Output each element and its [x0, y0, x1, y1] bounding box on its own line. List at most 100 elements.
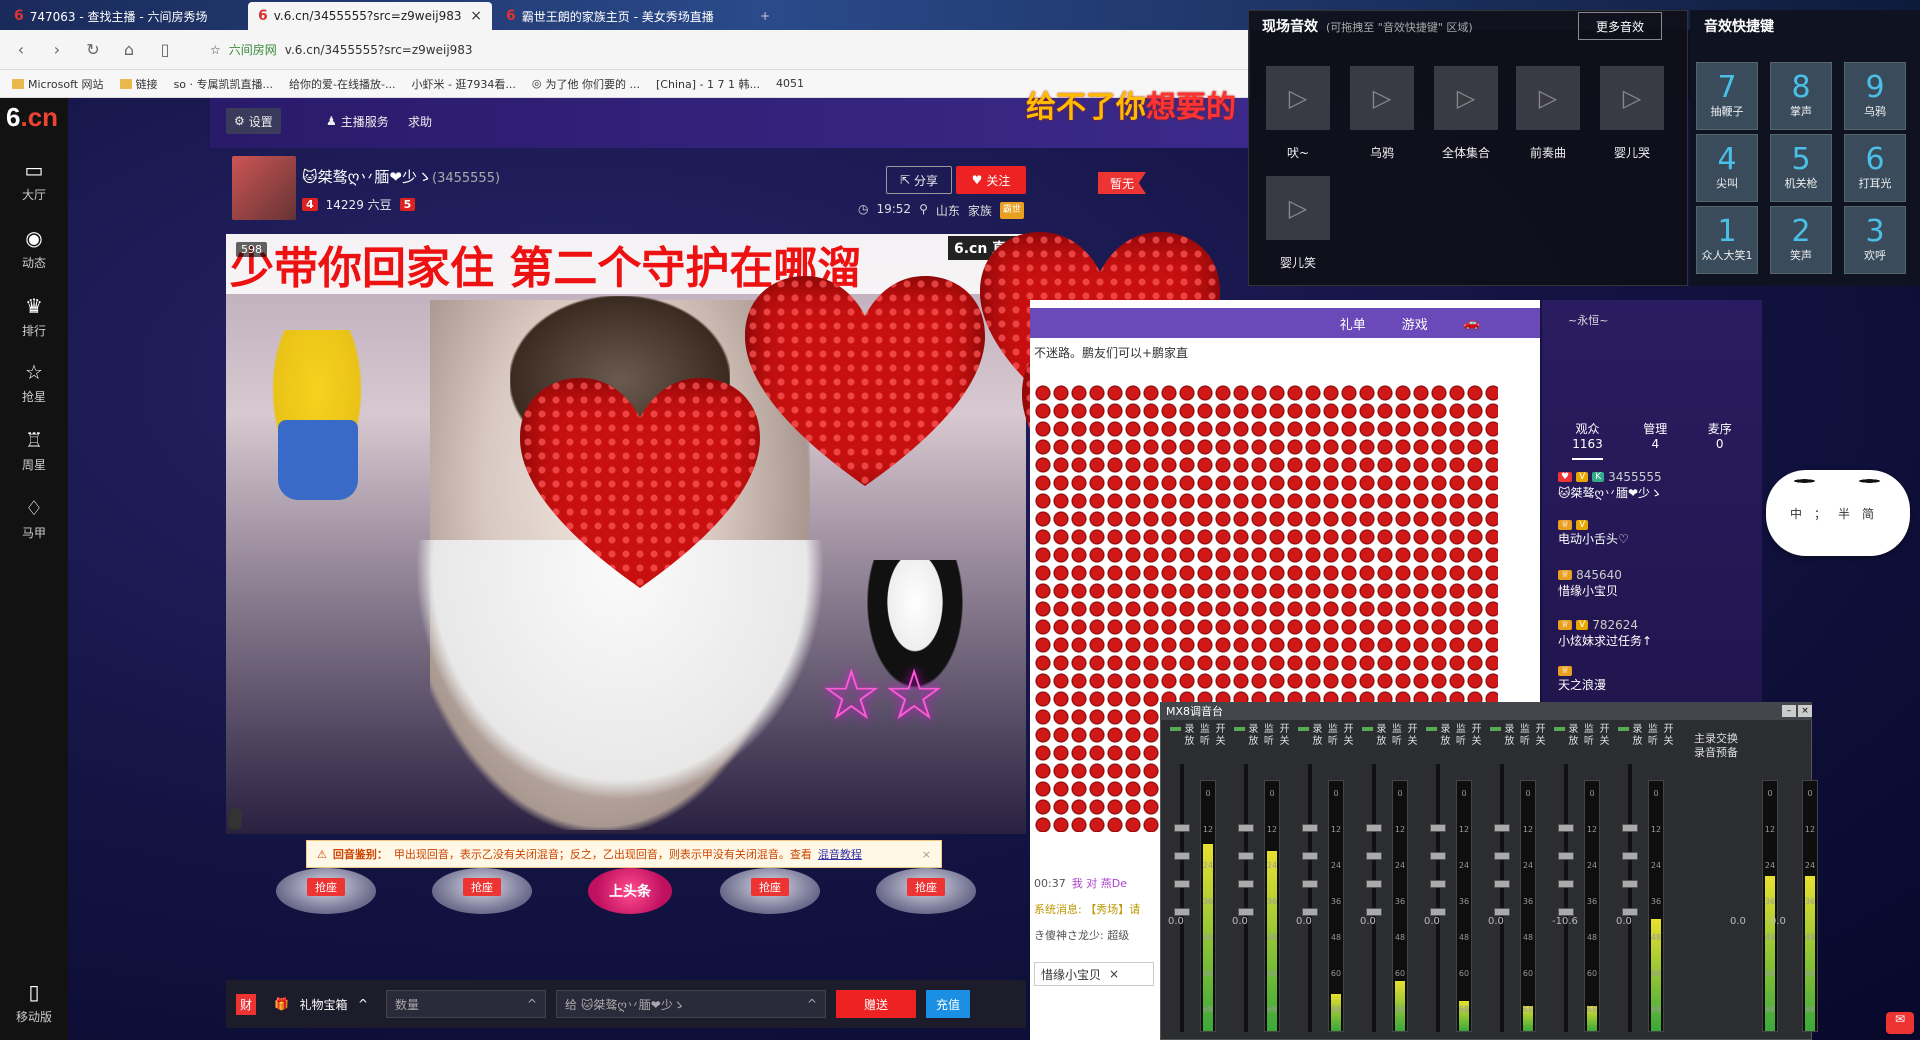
channel-switches[interactable]: 录放 监听 开关 [1362, 724, 1420, 748]
fader-knob[interactable] [1174, 908, 1190, 916]
more-effects-button[interactable]: 更多音效 [1578, 12, 1662, 40]
settings-button[interactable]: ⚙ 设置 [226, 108, 281, 134]
channel-switches[interactable]: 录放 监听 开关 [1170, 724, 1228, 748]
sidebar-item-vest[interactable]: ♢ 马甲 [0, 486, 68, 550]
chat-bubble-icon[interactable]: ✉ [1886, 1012, 1914, 1034]
grab-seat-button[interactable]: 抢座 [720, 868, 820, 914]
sidebar-item-rank[interactable]: ♛ 排行 [0, 284, 68, 348]
bookmark-item[interactable]: ◎ 为了他 你们要的 ... [532, 76, 640, 92]
close-icon[interactable]: × [922, 848, 931, 861]
tab-gift-list[interactable]: 礼单 [1340, 314, 1366, 333]
browser-tab[interactable]: 6 霸世王朗的家族主页 - 美女秀场直播 [496, 2, 746, 30]
fader-knob[interactable] [1302, 852, 1318, 860]
site-logo[interactable]: 6.cn [6, 102, 66, 138]
fader-knob[interactable] [1622, 908, 1638, 916]
fader-track[interactable] [1430, 764, 1446, 1032]
channel-switches[interactable]: 录放 监听 开关 [1234, 724, 1292, 748]
echo-tutorial-link[interactable]: 混音教程 [818, 846, 862, 862]
fader-knob[interactable] [1430, 824, 1446, 832]
audience-item[interactable]: ♕ V 电动小舌头♡ [1558, 520, 1758, 547]
car-icon[interactable]: 🚗 [1464, 316, 1480, 331]
send-gift-button[interactable]: 赠送 [836, 990, 917, 1018]
fader-knob[interactable] [1238, 824, 1254, 832]
reading-icon[interactable]: ▯ [154, 40, 176, 59]
fader-knob[interactable] [1494, 852, 1510, 860]
wallet-icon[interactable]: 财 [236, 993, 257, 1015]
fader-track[interactable] [1558, 764, 1574, 1032]
close-icon[interactable]: × [1109, 967, 1119, 981]
close-icon[interactable]: × [470, 8, 482, 24]
new-tab-button[interactable]: + [750, 2, 770, 30]
forward-icon[interactable]: › [46, 40, 68, 59]
fader-knob[interactable] [1558, 824, 1574, 832]
audience-item[interactable]: ♕ V 782624 小炫妹求过任务↑ [1558, 618, 1758, 649]
fader-knob[interactable] [1622, 880, 1638, 888]
bookmark-item[interactable]: Microsoft 网站 [12, 76, 104, 92]
anchor-avatar[interactable] [232, 156, 296, 220]
shortcut-key[interactable]: 3 欢呼 [1844, 206, 1906, 274]
sfx-play-button[interactable]: ▷ [1600, 66, 1664, 130]
fader-knob[interactable] [1430, 908, 1446, 916]
fader-knob[interactable] [1430, 880, 1446, 888]
fader-knob[interactable] [1366, 852, 1382, 860]
mixer-titlebar[interactable]: MX8调音台 – × [1160, 702, 1812, 720]
recipient-select[interactable]: 给 🐱桀骜ღ丷腼❤少ゝ ^ [556, 990, 827, 1018]
fader-track[interactable] [1622, 764, 1638, 1032]
minimize-icon[interactable]: – [1782, 705, 1796, 717]
audience-item[interactable]: ♥ V K 3455555 🐱桀骜ღ丷腼❤少ゝ [1558, 470, 1758, 501]
grab-seat-button[interactable]: 抢座 [432, 868, 532, 914]
sfx-play-button[interactable]: ▷ [1350, 66, 1414, 130]
sidebar-item-mobile[interactable]: ▯ 移动版 [0, 970, 68, 1034]
sidebar-item-hall[interactable]: ▭ 大厅 [0, 148, 68, 212]
gift-box-button[interactable]: 🎁 礼物宝箱 ^ [266, 990, 376, 1018]
shortcut-key[interactable]: 4 尖叫 [1696, 134, 1758, 202]
sfx-play-button[interactable]: ▷ [1516, 66, 1580, 130]
fader-knob[interactable] [1238, 880, 1254, 888]
fader-knob[interactable] [1174, 824, 1190, 832]
chat-target-chip[interactable]: 惜缘小宝贝 × [1034, 962, 1154, 986]
headline-button[interactable]: 上头条 [588, 868, 672, 914]
fader-knob[interactable] [1558, 908, 1574, 916]
help-link[interactable]: 求助 [408, 108, 432, 134]
fader-knob[interactable] [1302, 908, 1318, 916]
audience-item[interactable]: ♕ 845640 惜缘小宝贝 [1558, 568, 1758, 599]
fader-knob[interactable] [1366, 880, 1382, 888]
fader-track[interactable] [1494, 764, 1510, 1032]
channel-switches[interactable]: 录放 监听 开关 [1554, 724, 1612, 748]
channel-switches[interactable]: 录放 监听 开关 [1618, 724, 1676, 748]
tab-games[interactable]: 游戏 [1402, 314, 1428, 333]
fader-knob[interactable] [1238, 908, 1254, 916]
sfx-play-button[interactable]: ▷ [1266, 66, 1330, 130]
refresh-icon[interactable]: ↻ [82, 40, 104, 59]
fader-knob[interactable] [1174, 880, 1190, 888]
fader-knob[interactable] [1558, 852, 1574, 860]
shortcut-key[interactable]: 6 打耳光 [1844, 134, 1906, 202]
shortcut-key[interactable]: 9 乌鸦 [1844, 62, 1906, 130]
fader-track[interactable] [1366, 764, 1382, 1032]
microphone-icon[interactable] [228, 808, 242, 830]
fader-knob[interactable] [1238, 852, 1254, 860]
grab-seat-button[interactable]: 抢座 [276, 868, 376, 914]
bookmark-item[interactable]: 4051 [776, 77, 804, 90]
grab-seat-button[interactable]: 抢座 [876, 868, 976, 914]
fader-knob[interactable] [1622, 852, 1638, 860]
fader-knob[interactable] [1622, 824, 1638, 832]
fader-knob[interactable] [1302, 824, 1318, 832]
fader-knob[interactable] [1494, 824, 1510, 832]
bookmark-item[interactable]: 给你的爱-在线播放-... [289, 76, 395, 92]
fader-knob[interactable] [1366, 908, 1382, 916]
bookmark-item[interactable]: so · 专属凯凯直播... [174, 76, 273, 92]
fader-knob[interactable] [1430, 852, 1446, 860]
shortcut-key[interactable]: 7 抽鞭子 [1696, 62, 1758, 130]
fader-track[interactable] [1302, 764, 1318, 1032]
browser-tab[interactable]: 6 747063 - 查找主播 - 六间房秀场 [4, 2, 244, 30]
tab-audience[interactable]: 观众 1163 [1572, 420, 1603, 460]
bookmark-item[interactable]: 小虾米 - 逛7934看... [411, 76, 515, 92]
channel-switches[interactable]: 录放 监听 开关 [1298, 724, 1356, 748]
back-icon[interactable]: ‹ [10, 40, 32, 59]
follow-button[interactable]: ♥ 关注 [956, 166, 1026, 194]
share-button[interactable]: ⇱ 分享 [886, 166, 952, 194]
host-service-link[interactable]: ♟ 主播服务 [326, 108, 389, 134]
shortcut-key[interactable]: 1 众人大笑1 [1696, 206, 1758, 274]
sfx-play-button[interactable]: ▷ [1434, 66, 1498, 130]
